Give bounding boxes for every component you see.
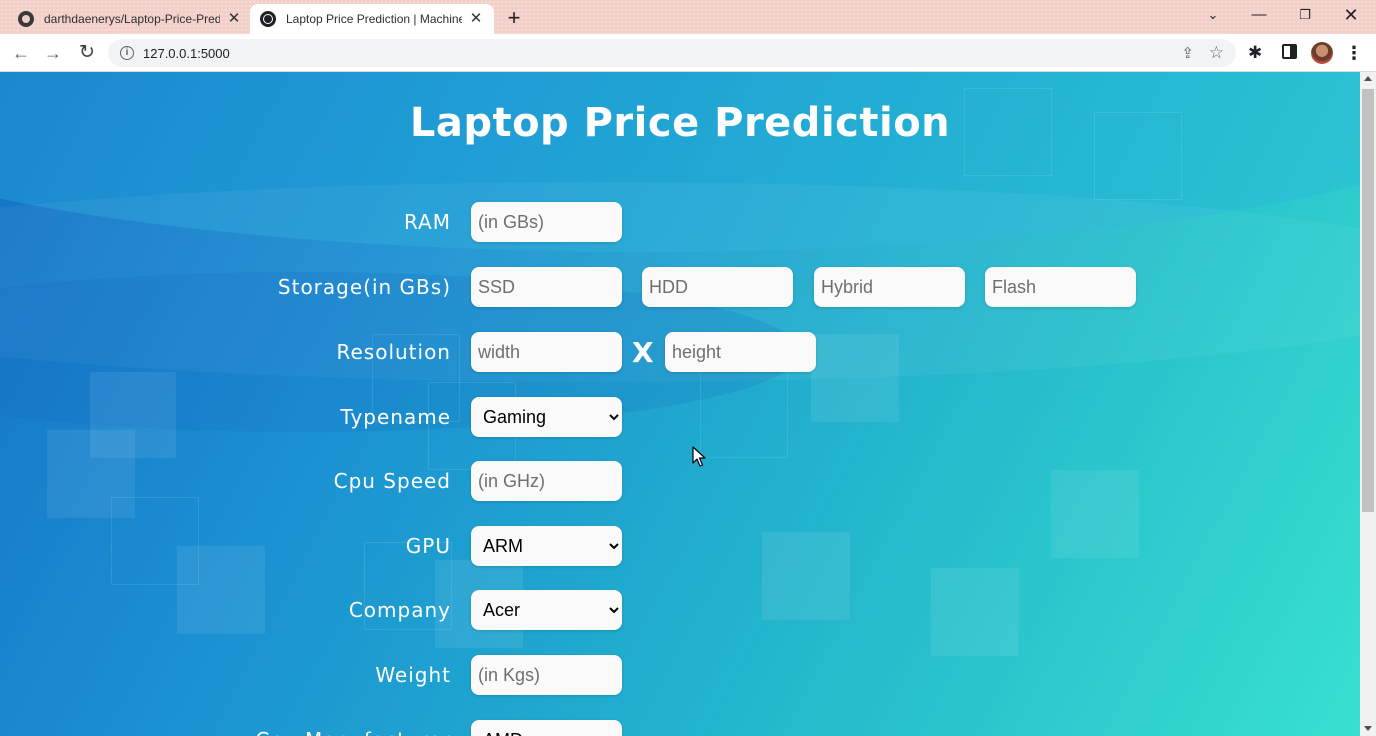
form-row-gpu: GPU ARM: [0, 526, 1360, 566]
bookmark-star-icon[interactable]: ☆: [1209, 43, 1224, 63]
company-label: Company: [348, 598, 451, 622]
form-row-storage: Storage(in GBs): [0, 267, 1360, 307]
gpu-label: GPU: [405, 534, 451, 558]
storage-label: Storage(in GBs): [277, 275, 451, 299]
gpu-select[interactable]: ARM: [471, 526, 622, 566]
browser-tab-app[interactable]: Laptop Price Prediction | Machine Learni…: [250, 4, 494, 34]
site-info-icon[interactable]: i: [120, 46, 134, 60]
ram-label: RAM: [403, 210, 451, 234]
kebab-menu-icon[interactable]: ⋮: [1345, 42, 1363, 64]
back-arrow-icon[interactable]: ←: [8, 40, 34, 66]
mouse-cursor-icon: [692, 446, 706, 467]
reload-icon[interactable]: ↻: [74, 40, 100, 66]
browser-toolbar: ← → ↻ i 127.0.0.1:5000 ⇪ ☆ ✱ ⋮: [0, 34, 1376, 72]
hybrid-input[interactable]: [814, 267, 965, 307]
close-tab-icon[interactable]: ✕: [468, 11, 484, 27]
browser-tab-github[interactable]: darthdaenerys/Laptop-Price-Prediction ✕: [8, 4, 252, 34]
page-viewport: Laptop Price Prediction RAM Storage(in G…: [0, 72, 1360, 736]
flash-input[interactable]: [985, 267, 1136, 307]
extensions-puzzle-icon[interactable]: ✱: [1248, 43, 1262, 63]
resolution-label: Resolution: [336, 340, 451, 364]
close-tab-icon[interactable]: ✕: [226, 11, 242, 27]
form-row-resolution: Resolution X: [0, 332, 1360, 372]
cpu-speed-label: Cpu Speed: [333, 469, 451, 493]
typename-select[interactable]: Gaming: [471, 397, 622, 437]
side-panel-icon[interactable]: [1282, 44, 1297, 59]
form-row-cpu-manufacturer: Cpu Manufacturer AMD: [0, 720, 1360, 736]
globe-icon: [260, 11, 276, 27]
cpu-manufacturer-select[interactable]: AMD: [471, 720, 622, 736]
url-text[interactable]: 127.0.0.1:5000: [143, 46, 230, 61]
profile-avatar[interactable]: [1311, 42, 1333, 64]
minimize-button[interactable]: —: [1236, 2, 1282, 30]
page-title: Laptop Price Prediction: [409, 100, 951, 146]
typename-label: Typename: [340, 405, 451, 429]
company-select[interactable]: Acer: [471, 590, 622, 630]
cpu-speed-input[interactable]: [471, 461, 622, 501]
resolution-height-input[interactable]: [665, 332, 816, 372]
hdd-input[interactable]: [642, 267, 793, 307]
form-row-typename: Typename Gaming: [0, 397, 1360, 437]
ssd-input[interactable]: [471, 267, 622, 307]
new-tab-button[interactable]: +: [502, 7, 526, 31]
tab-title: Laptop Price Prediction | Machine Learni…: [286, 12, 462, 26]
resolution-width-input[interactable]: [471, 332, 622, 372]
browser-tab-strip: darthdaenerys/Laptop-Price-Prediction ✕ …: [0, 0, 1376, 34]
weight-label: Weight: [375, 663, 451, 687]
tab-search-icon[interactable]: ⌄: [1190, 2, 1236, 30]
form-row-cpu-speed: Cpu Speed: [0, 461, 1360, 501]
scroll-up-arrow-icon[interactable]: [1364, 76, 1372, 81]
ram-input[interactable]: [471, 202, 622, 242]
form-row-company: Company Acer: [0, 590, 1360, 630]
scrollbar-thumb[interactable]: [1362, 89, 1374, 512]
form-row-ram: RAM: [0, 202, 1360, 242]
form-row-weight: Weight: [0, 655, 1360, 695]
page-scrollbar[interactable]: [1360, 72, 1376, 736]
share-icon[interactable]: ⇪: [1181, 44, 1194, 62]
scroll-down-arrow-icon[interactable]: [1364, 726, 1372, 731]
cpu-manufacturer-label: Cpu Manufacturer: [150, 728, 451, 736]
weight-input[interactable]: [471, 655, 622, 695]
forward-arrow-icon[interactable]: →: [40, 40, 66, 66]
github-icon: [18, 11, 34, 27]
restore-button[interactable]: ❐: [1282, 2, 1328, 30]
address-bar[interactable]: i 127.0.0.1:5000 ⇪ ☆: [108, 39, 1236, 67]
resolution-separator: X: [632, 336, 654, 369]
tab-title: darthdaenerys/Laptop-Price-Prediction: [44, 12, 220, 26]
close-window-button[interactable]: ✕: [1328, 2, 1374, 30]
